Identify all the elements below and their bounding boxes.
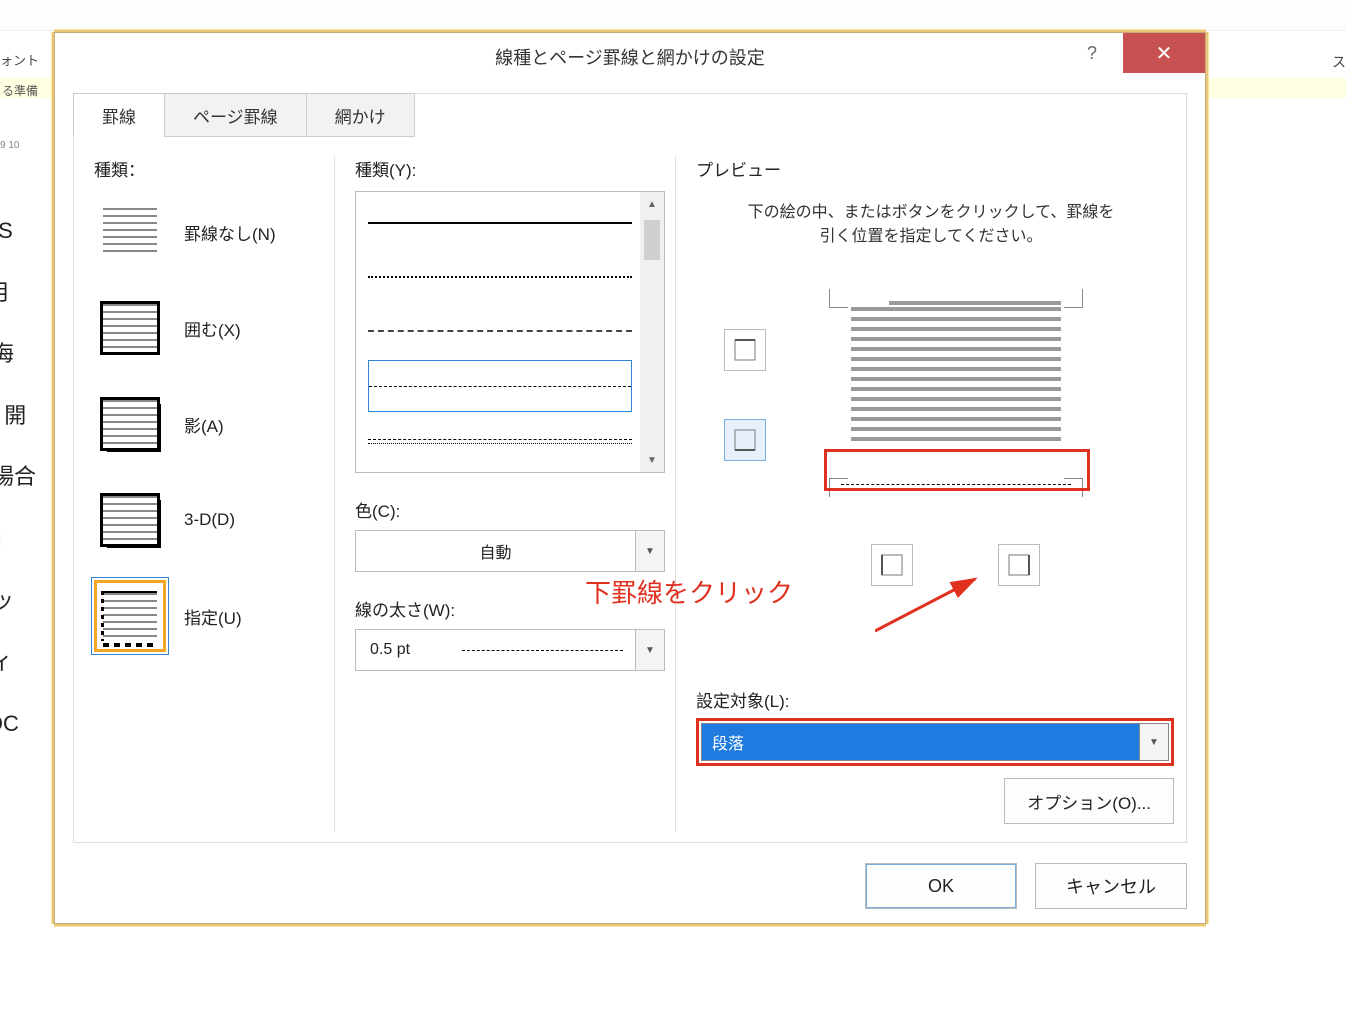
doc-line: 3 月: [0, 262, 36, 324]
style-column: 種類(Y): ▲ ▼ 色(C): 自動: [355, 156, 676, 832]
setting-box[interactable]: 囲む(X): [94, 287, 324, 369]
ribbon-group-label-right: ス: [1332, 52, 1346, 72]
dialog-content: 罫線 ページ罫線 網かけ 種類： 罫線なし(N) 囲む(X) 影(A): [73, 93, 1187, 843]
tab-borders[interactable]: 罫線: [73, 93, 165, 137]
apply-to-combo[interactable]: 段落 ▼: [701, 723, 1169, 761]
doc-line: の場合: [0, 446, 36, 508]
setting-3d-label: 3-D(D): [184, 510, 235, 530]
style-label: 種類(Y):: [355, 156, 665, 181]
line-style-dash-short[interactable]: [368, 306, 632, 356]
ribbon-group-label: ォント: [0, 50, 39, 69]
help-button[interactable]: ?: [1067, 33, 1117, 73]
ruler: 9 10: [0, 140, 19, 151]
apply-to-label: 設定対象(L):: [696, 687, 1174, 712]
dialog-title: 線種とページ罫線と網かけの設定: [495, 44, 765, 70]
preview-message: 下の絵の中、またはボタンをクリックして、罫線を引く位置を指定してください。: [746, 201, 1116, 249]
apply-to-row: 設定対象(L): 段落 ▼: [696, 687, 1174, 766]
border-left-button[interactable]: [871, 544, 913, 586]
setting-custom-icon: [94, 580, 166, 652]
line-style-dash[interactable]: [368, 360, 632, 412]
doc-line: ロッ: [0, 570, 36, 632]
doc-line: ディ: [0, 631, 36, 693]
scroll-thumb[interactable]: [644, 220, 660, 260]
setting-custom[interactable]: 指定(U): [94, 575, 324, 657]
doc-line: ROC: [0, 693, 36, 755]
borders-shading-dialog: 線種とページ罫線と網かけの設定 ? ✕ 罫線 ページ罫線 網かけ 種類： 罫線な…: [54, 32, 1206, 924]
setting-shadow[interactable]: 影(A): [94, 383, 324, 465]
setting-box-icon: [94, 292, 166, 364]
corner-marker: [829, 289, 848, 308]
border-bottom-button[interactable]: [724, 419, 766, 461]
line-style-solid[interactable]: [368, 198, 632, 248]
tab-strip: 罫線 ページ罫線 網かけ: [73, 93, 414, 137]
doc-line: FM: [0, 508, 36, 570]
tab-page-borders[interactable]: ページ罫線: [164, 93, 307, 137]
setting-shadow-icon: [94, 388, 166, 460]
setting-none-label: 罫線なし(N): [184, 220, 276, 245]
doc-line: 0 開: [0, 385, 36, 447]
color-label: 色(C):: [355, 497, 665, 522]
annotation-text: 下罫線をクリック: [585, 573, 793, 610]
color-combo[interactable]: 自動 ▼: [355, 530, 665, 572]
dialog-button-bar: OK キャンセル: [865, 863, 1187, 909]
preview-text-block: [851, 307, 1061, 447]
apply-to-dropdown-icon[interactable]: ▼: [1139, 724, 1168, 760]
tab-panel-borders: 種類： 罫線なし(N) 囲む(X) 影(A) 3-D(D): [94, 156, 1166, 832]
cancel-button[interactable]: キャンセル: [1035, 863, 1187, 909]
setting-none[interactable]: 罫線なし(N): [94, 191, 324, 273]
line-style-dash-dot[interactable]: [368, 414, 632, 464]
scroll-up-icon[interactable]: ▲: [640, 192, 664, 216]
style-scrollbar[interactable]: ▲ ▼: [640, 192, 664, 472]
message-bar-right: [1236, 78, 1346, 98]
line-style-listbox[interactable]: ▲ ▼: [355, 191, 665, 473]
setting-label: 種類：: [94, 156, 324, 181]
message-bar-text: る準備: [2, 82, 38, 99]
corner-marker: [1064, 289, 1083, 308]
preview-column: プレビュー 下の絵の中、またはボタンをクリックして、罫線を引く位置を指定してくだ…: [696, 156, 1166, 832]
border-right-button[interactable]: [998, 544, 1040, 586]
ribbon-bg: [0, 0, 1346, 31]
preview-first-line: [889, 301, 1061, 305]
setting-box-label: 囲む(X): [184, 316, 241, 341]
apply-to-value: 段落: [702, 724, 1139, 760]
annotation-highlight-applyto: 段落 ▼: [696, 718, 1174, 766]
setting-column: 種類： 罫線なし(N) 囲む(X) 影(A) 3-D(D): [94, 156, 335, 832]
color-value: 自動: [356, 539, 635, 563]
width-dropdown-icon[interactable]: ▼: [635, 630, 664, 670]
ok-button[interactable]: OK: [865, 863, 1017, 909]
setting-3d-icon: [94, 484, 166, 556]
scroll-down-icon[interactable]: ▼: [640, 448, 664, 472]
width-combo[interactable]: 0.5 pt ▼: [355, 629, 665, 671]
setting-none-icon: [94, 196, 166, 268]
tab-shading[interactable]: 網かけ: [306, 93, 415, 137]
close-button[interactable]: ✕: [1123, 33, 1205, 73]
preview-area: [696, 279, 1166, 559]
doc-line: FES: [0, 200, 36, 262]
width-value: 0.5 pt: [356, 641, 450, 659]
setting-3d[interactable]: 3-D(D): [94, 479, 324, 561]
preview-label: プレビュー: [696, 156, 1166, 181]
setting-shadow-label: 影(A): [184, 412, 224, 437]
doc-line: ち海: [0, 323, 36, 385]
options-button[interactable]: オプション(O)...: [1004, 778, 1174, 824]
color-dropdown-icon[interactable]: ▼: [635, 531, 664, 571]
document-body: FES 3 月 ち海 0 開 の場合 FM ロッ ディ ROC: [0, 200, 36, 754]
setting-custom-label: 指定(U): [184, 604, 242, 629]
width-sample-line: [462, 650, 623, 651]
dialog-titlebar: 線種とページ罫線と網かけの設定 ? ✕: [55, 33, 1205, 81]
annotation-highlight-border: [824, 449, 1090, 491]
line-style-dotted[interactable]: [368, 252, 632, 302]
border-top-button[interactable]: [724, 329, 766, 371]
